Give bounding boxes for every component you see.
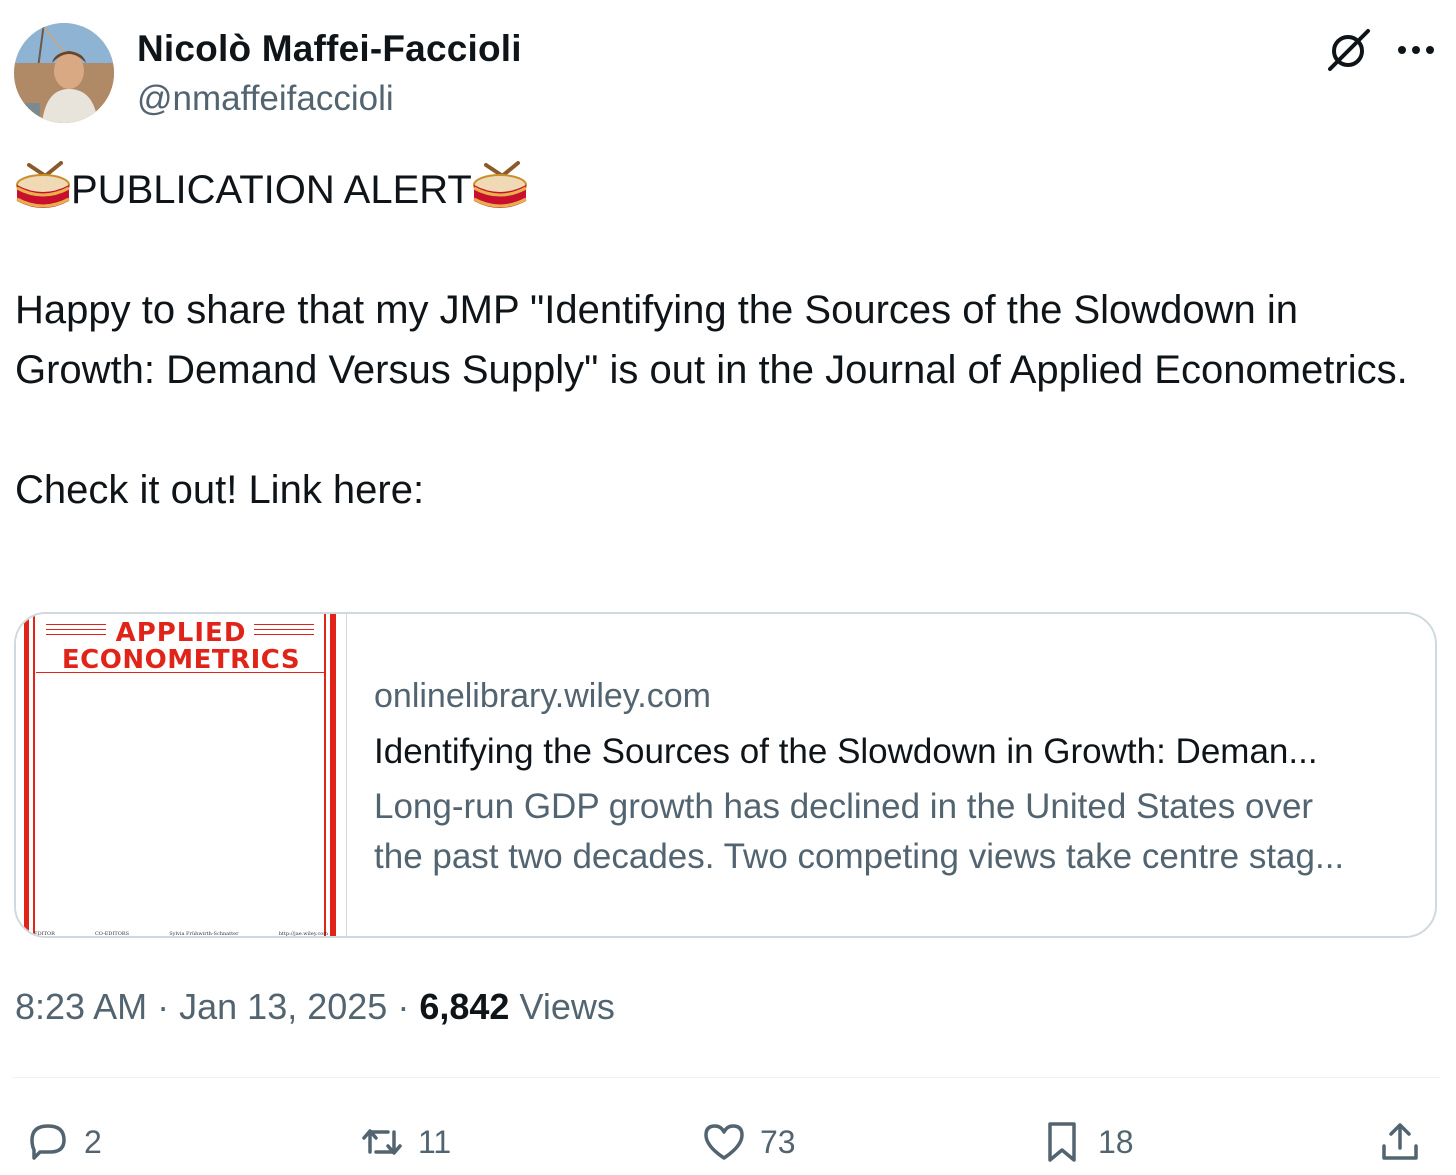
- card-description: Long-run GDP growth has declined in the …: [374, 782, 1414, 882]
- post-date[interactable]: Jan 13, 2025: [179, 986, 387, 1027]
- bookmark-count: 18: [1098, 1123, 1134, 1160]
- card-desc-line2: the past two decades. Two competing view…: [374, 837, 1345, 876]
- cover-title-line1: APPLIED: [115, 618, 247, 648]
- link-card[interactable]: APPLIED ECONOMETRICS EDITOR CO-EDITORS S…: [14, 612, 1437, 938]
- bookmark-button[interactable]: 18: [1040, 1114, 1134, 1170]
- card-title: Identifying the Sources of the Slowdown …: [374, 732, 1318, 771]
- author-name[interactable]: Nicolò Maffei-Faccioli: [137, 28, 522, 70]
- drum-emoji-icon: [472, 161, 528, 213]
- views-label: Views: [519, 986, 615, 1027]
- reply-icon: [30, 1124, 66, 1160]
- post-time[interactable]: 8:23 AM: [15, 986, 147, 1027]
- alert-text: PUBLICATION ALERT: [71, 168, 472, 212]
- more-icon[interactable]: [1394, 30, 1438, 70]
- cover-footer: EDITOR CO-EDITORS Sylvia Frühwirth-Schna…: [34, 931, 328, 937]
- card-domain: onlinelibrary.wiley.com: [374, 677, 711, 715]
- bookmark-icon: [1048, 1122, 1076, 1162]
- cover-title-line2: ECONOMETRICS: [61, 645, 301, 675]
- avatar-photo: [14, 23, 114, 123]
- like-button[interactable]: 73: [702, 1114, 796, 1170]
- cover-title: APPLIED ECONOMETRICS: [40, 620, 322, 674]
- post-text: PUBLICATION ALERT Happy to share that my…: [15, 160, 1435, 520]
- divider: [12, 1077, 1440, 1078]
- cover-foot-item: EDITOR: [34, 931, 55, 937]
- share-icon: [1382, 1123, 1418, 1160]
- drum-emoji-icon: [15, 161, 71, 213]
- grok-icon[interactable]: [1326, 27, 1372, 73]
- journal-cover-image: APPLIED ECONOMETRICS EDITOR CO-EDITORS S…: [16, 614, 347, 937]
- repost-icon: [362, 1129, 402, 1155]
- card-body: onlinelibrary.wiley.com Identifying the …: [374, 676, 1414, 882]
- cover-foot-item: CO-EDITORS: [94, 931, 130, 937]
- meta-separator: ·: [397, 986, 410, 1027]
- repost-count: 11: [418, 1123, 452, 1160]
- cover-foot-item: http://jae.wiley.com: [278, 931, 328, 937]
- post-meta: 8:23 AM · Jan 13, 2025 · 6,842 Views: [15, 986, 615, 1028]
- author-handle[interactable]: @nmaffeifaccioli: [137, 79, 394, 119]
- share-button[interactable]: [1378, 1114, 1436, 1170]
- author-avatar[interactable]: [14, 23, 114, 123]
- views-count: 6,842: [419, 986, 510, 1027]
- cover-foot-item: Sylvia Frühwirth-Schnatter: [169, 931, 239, 937]
- heart-icon: [704, 1124, 744, 1160]
- reply-count: 2: [84, 1123, 102, 1160]
- reply-button[interactable]: 2: [26, 1114, 102, 1170]
- meta-separator: ·: [157, 986, 170, 1027]
- like-count: 73: [760, 1123, 796, 1160]
- card-desc-line1: Long-run GDP growth has declined in the …: [374, 787, 1314, 826]
- post-body: Happy to share that my JMP "Identifying …: [15, 288, 1408, 512]
- repost-button[interactable]: 11: [360, 1114, 451, 1170]
